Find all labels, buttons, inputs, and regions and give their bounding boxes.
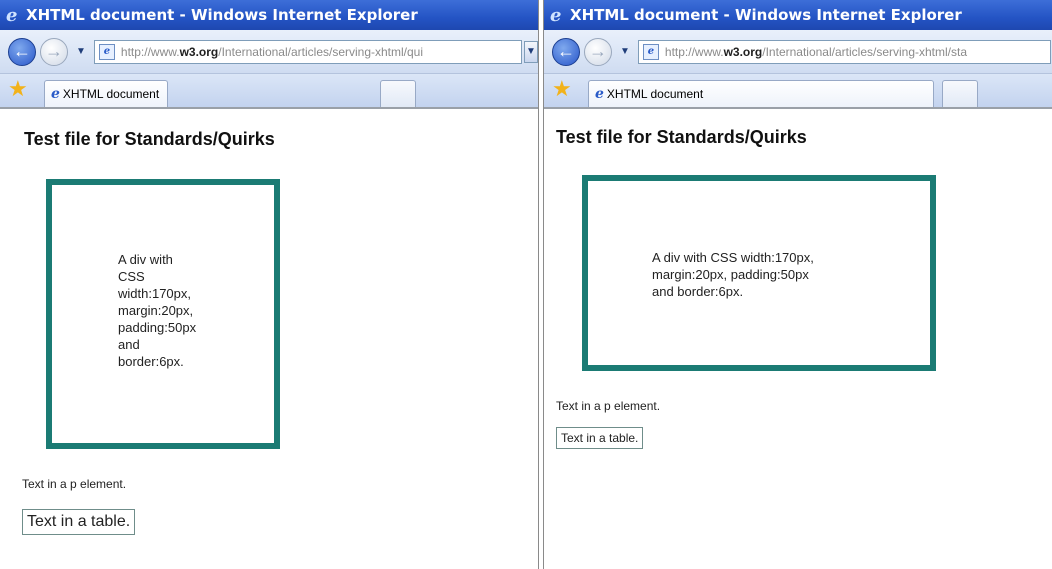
demo-div-text: A div with CSS width:170px, margin:20px,… — [118, 252, 197, 369]
page-icon: e — [642, 43, 659, 60]
tab-bar: ★ e XHTML document — [544, 74, 1052, 109]
url-text: http://www.w3.org/International/articles… — [120, 44, 424, 59]
tab-label: XHTML document — [606, 87, 704, 101]
new-tab-button[interactable] — [942, 80, 978, 107]
ie-logo-icon: e — [6, 4, 18, 26]
history-dropdown-icon[interactable]: ▼ — [620, 46, 630, 57]
page-icon: e — [51, 86, 60, 102]
address-bar[interactable]: e http://www.w3.org/International/articl… — [93, 39, 522, 64]
forward-arrow-icon: → — [45, 41, 63, 61]
star-icon[interactable]: ★ — [8, 76, 36, 102]
tab-bar: ★ e XHTML document — [0, 74, 538, 109]
navigation-bar: ← → ▼ e http://www.w3.org/International/… — [544, 30, 1052, 74]
browser-window-quirks: e XHTML document - Windows Internet Expl… — [0, 0, 539, 569]
paragraph-text: Text in a p element. — [22, 477, 127, 491]
history-dropdown-icon[interactable]: ▼ — [76, 46, 86, 57]
back-arrow-icon: ← — [557, 41, 575, 61]
forward-arrow-icon: → — [589, 41, 607, 61]
address-bar[interactable]: e http://www.w3.org/International/articl… — [637, 39, 1051, 64]
table-cell: Text in a table. — [556, 427, 644, 449]
back-arrow-icon: ← — [13, 41, 31, 61]
table-cell: Text in a table. — [22, 509, 136, 535]
browser-window-standards: e XHTML document - Windows Internet Expl… — [543, 0, 1052, 569]
navigation-bar: ← → ▼ e http://www.w3.org/International/… — [0, 30, 538, 74]
tab-xhtml-document[interactable]: e XHTML document — [44, 80, 169, 107]
window-title: XHTML document - Windows Internet Explor… — [570, 6, 962, 24]
title-bar: e XHTML document - Windows Internet Expl… — [0, 0, 538, 30]
address-dropdown-button[interactable]: ▼ — [524, 40, 538, 63]
ie-logo-icon: e — [550, 4, 562, 26]
page-icon: e — [595, 86, 604, 102]
star-icon[interactable]: ★ — [552, 76, 580, 102]
back-button[interactable]: ← — [552, 37, 580, 66]
paragraph-text: Text in a p element. — [556, 399, 661, 413]
page-title: Test file for Standards/Quirks — [24, 129, 275, 149]
tab-xhtml-document[interactable]: e XHTML document — [588, 80, 934, 107]
window-title: XHTML document - Windows Internet Explor… — [26, 6, 418, 24]
forward-button[interactable]: → — [584, 37, 612, 66]
tab-label: XHTML document — [62, 87, 160, 101]
demo-div-text: A div with CSS width:170px, margin:20px,… — [652, 250, 814, 299]
back-button[interactable]: ← — [8, 37, 36, 66]
forward-button[interactable]: → — [40, 37, 68, 66]
url-text: http://www.w3.org/International/articles… — [664, 44, 968, 59]
page-title: Test file for Standards/Quirks — [556, 127, 807, 147]
title-bar: e XHTML document - Windows Internet Expl… — [544, 0, 1052, 30]
new-tab-button[interactable] — [380, 80, 417, 107]
page-icon: e — [98, 43, 115, 60]
